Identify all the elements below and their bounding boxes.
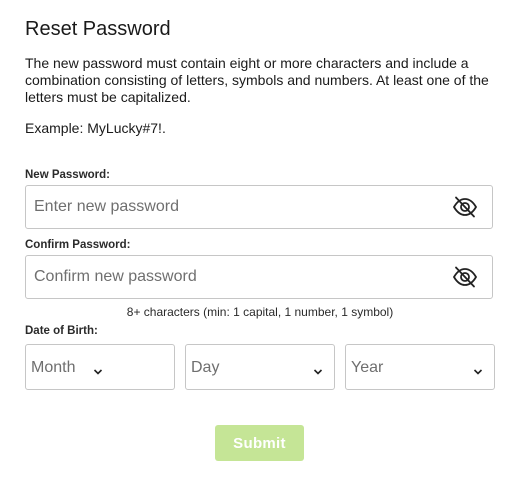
eye-slash-icon[interactable] <box>452 195 478 219</box>
chevron-down-icon <box>473 363 483 375</box>
chevron-down-icon <box>93 363 103 375</box>
new-password-field <box>25 185 493 229</box>
password-example-text: Example: MyLucky#7!. <box>25 120 166 136</box>
new-password-label: New Password: <box>25 169 110 181</box>
chevron-down-icon <box>313 363 323 375</box>
password-requirements-text: The new password must contain eight or m… <box>25 55 489 105</box>
submit-button[interactable]: Submit <box>215 425 304 461</box>
month-select-value: Month <box>31 359 76 376</box>
password-hint: 8+ characters (min: 1 capital, 1 number,… <box>126 305 394 319</box>
date-of-birth-label: Date of Birth: <box>25 325 98 337</box>
page-title: Reset Password <box>25 18 171 40</box>
confirm-password-field <box>25 255 493 299</box>
month-select[interactable]: Month <box>25 344 175 390</box>
confirm-password-input[interactable] <box>34 256 434 298</box>
new-password-input[interactable] <box>34 186 434 228</box>
year-select-value: Year <box>351 359 384 376</box>
confirm-password-label: Confirm Password: <box>25 239 131 251</box>
eye-slash-icon[interactable] <box>452 265 478 289</box>
day-select[interactable]: Day <box>185 344 335 390</box>
day-select-value: Day <box>191 359 220 376</box>
year-select[interactable]: Year <box>345 344 495 390</box>
